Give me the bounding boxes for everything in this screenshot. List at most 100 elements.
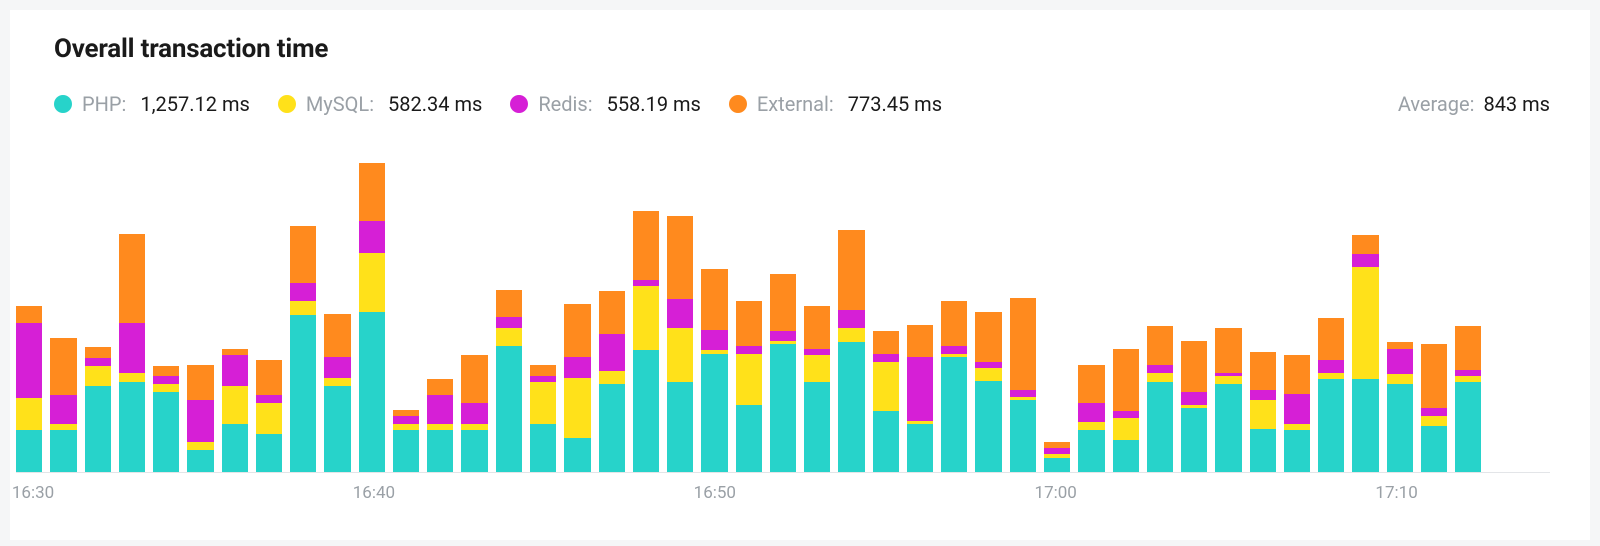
chart-bar-segment — [804, 306, 830, 349]
chart-bar[interactable] — [1318, 318, 1344, 472]
chart-bar-segment — [1147, 382, 1173, 472]
chart-bar[interactable] — [838, 230, 864, 472]
chart-bar-segment — [838, 342, 864, 472]
chart-bar-segment — [530, 424, 556, 472]
chart-bar-segment — [1215, 376, 1241, 384]
chart-bar-segment — [1010, 298, 1036, 391]
chart-bar-segment — [1318, 379, 1344, 472]
chart-bar[interactable] — [1387, 342, 1413, 472]
chart-bar[interactable] — [564, 304, 590, 472]
chart-bar-segment — [701, 330, 727, 351]
chart-bar-segment — [1147, 365, 1173, 373]
chart-bar-segment — [1352, 379, 1378, 472]
x-axis-tick: 16:50 — [694, 483, 736, 503]
chart-bar-segment — [1284, 355, 1310, 393]
chart-bar[interactable] — [1113, 349, 1139, 472]
chart-bar[interactable] — [667, 216, 693, 472]
legend-item-external[interactable]: External: 773.45 ms — [729, 92, 942, 116]
chart-bar-segment — [530, 365, 556, 376]
panel-title: Overall transaction time — [54, 34, 1550, 64]
chart-bar-segment — [85, 347, 111, 358]
chart-bar[interactable] — [770, 274, 796, 472]
legend-label: Redis: — [538, 92, 592, 116]
chart-bar[interactable] — [701, 269, 727, 472]
chart-bar-segment — [633, 286, 659, 350]
chart-bar-segment — [256, 360, 282, 395]
average-summary: Average: 843 ms — [1398, 92, 1550, 116]
x-axis-tick: 16:40 — [353, 483, 395, 503]
legend-value: 558.19 ms — [607, 92, 701, 116]
chart-bar[interactable] — [119, 234, 145, 472]
chart-bar-segment — [119, 382, 145, 472]
chart-bar[interactable] — [1181, 341, 1207, 472]
chart-bar[interactable] — [1421, 344, 1447, 472]
chart-bar[interactable] — [256, 360, 282, 472]
chart-bar-segment — [736, 405, 762, 472]
legend-item-php[interactable]: PHP: 1,257.12 ms — [54, 92, 250, 116]
legend-value: 582.34 ms — [388, 92, 482, 116]
chart-bar-segment — [873, 354, 899, 362]
chart-bar-segment — [153, 392, 179, 472]
chart-bar[interactable] — [1352, 235, 1378, 472]
chart-bar-segment — [804, 355, 830, 382]
chart-bar-segment — [975, 381, 1001, 472]
legend-item-redis[interactable]: Redis: 558.19 ms — [510, 92, 701, 116]
chart-bar[interactable] — [427, 379, 453, 472]
chart-plot-area[interactable] — [16, 152, 1550, 473]
chart-bar-segment — [530, 382, 556, 424]
chart-bar-segment — [838, 328, 864, 342]
chart-bar-segment — [222, 355, 248, 385]
chart-bar[interactable] — [1215, 328, 1241, 472]
chart-bar[interactable] — [736, 301, 762, 472]
chart-bar-segment — [187, 365, 213, 400]
chart-bar[interactable] — [187, 365, 213, 472]
chart-bar-segment — [1181, 408, 1207, 472]
chart-bar-segment — [667, 216, 693, 299]
chart-bar[interactable] — [804, 306, 830, 472]
chart-bar-segment — [153, 366, 179, 376]
chart-bar-segment — [599, 371, 625, 384]
chart-bar[interactable] — [1250, 352, 1276, 472]
chart-bar-segment — [564, 357, 590, 378]
chart-bar[interactable] — [1147, 326, 1173, 472]
chart-bar-segment — [633, 350, 659, 472]
chart-bar-segment — [770, 344, 796, 472]
chart-bar-segment — [461, 355, 487, 403]
chart-bar-segment — [1421, 426, 1447, 472]
chart-bar-segment — [873, 411, 899, 472]
chart-bar-segment — [359, 253, 385, 312]
chart-bar[interactable] — [85, 347, 111, 472]
chart-bar[interactable] — [975, 312, 1001, 472]
chart-bar-segment — [599, 334, 625, 371]
chart-bar[interactable] — [324, 314, 350, 472]
chart-bar[interactable] — [907, 325, 933, 472]
chart-bar-segment — [16, 306, 42, 324]
chart-bar[interactable] — [359, 163, 385, 472]
chart-bar-segment — [1387, 374, 1413, 384]
chart-bar[interactable] — [530, 365, 556, 472]
chart-bar[interactable] — [461, 355, 487, 472]
chart-bar[interactable] — [1078, 365, 1104, 472]
chart-bar[interactable] — [1010, 298, 1036, 472]
chart-bar[interactable] — [1455, 326, 1481, 472]
chart-bar[interactable] — [50, 338, 76, 472]
chart-bar[interactable] — [1044, 442, 1070, 472]
chart-bar-segment — [290, 283, 316, 301]
chart-bar[interactable] — [290, 226, 316, 472]
legend-item-mysql[interactable]: MySQL: 582.34 ms — [278, 92, 482, 116]
chart-bar[interactable] — [393, 410, 419, 472]
chart-bar-segment — [50, 338, 76, 396]
chart-bar[interactable] — [153, 366, 179, 472]
chart-bar[interactable] — [496, 290, 522, 472]
chart-bar[interactable] — [222, 349, 248, 472]
chart-bar[interactable] — [1284, 355, 1310, 472]
chart-bar-segment — [1078, 422, 1104, 430]
chart-bar[interactable] — [633, 211, 659, 472]
chart-bar[interactable] — [599, 291, 625, 472]
chart-bar[interactable] — [941, 301, 967, 472]
chart-bar-segment — [1078, 403, 1104, 422]
chart-bar[interactable] — [16, 306, 42, 472]
chart-bar-segment — [324, 314, 350, 357]
chart-bar[interactable] — [873, 331, 899, 472]
legend: PHP: 1,257.12 ms MySQL: 582.34 ms Redis:… — [54, 92, 1550, 116]
